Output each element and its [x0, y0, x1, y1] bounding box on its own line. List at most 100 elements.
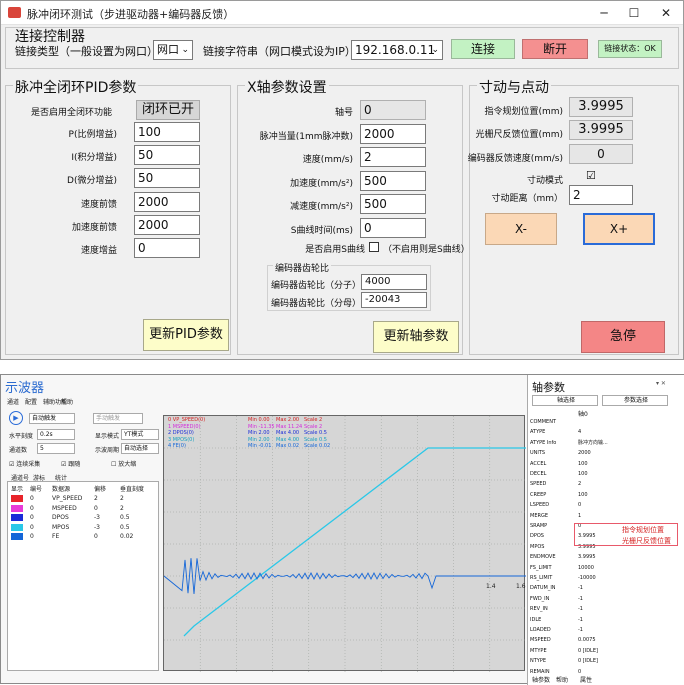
- channel-table-header: 数据源: [52, 486, 71, 493]
- follow-checkbox[interactable]: ☑ 跟随: [61, 459, 80, 468]
- axis-field-input[interactable]: 2000: [360, 123, 426, 144]
- channel-color-swatch[interactable]: [11, 495, 23, 502]
- param-row[interactable]: RS_LIMIT -10000: [528, 573, 684, 583]
- channel-table-header: 显示: [11, 486, 24, 493]
- encoder-speed-label: 编码器反馈速度(mm/s): [467, 154, 563, 164]
- param-row[interactable]: UNITS 2000: [528, 448, 684, 458]
- link-string-label: 链接字符串（网口模式设为IP）: [203, 45, 356, 58]
- param-row[interactable]: ACCEL 100: [528, 459, 684, 469]
- axis-field-input[interactable]: 0: [360, 217, 426, 238]
- update-axis-button[interactable]: 更新轴参数: [373, 321, 459, 353]
- h-scale-select[interactable]: 0.2s: [37, 429, 75, 440]
- channel-color-swatch[interactable]: [11, 504, 23, 512]
- param-row[interactable]: CREEP 100: [528, 490, 684, 500]
- scope-menu-item[interactable]: 通道: [7, 397, 19, 406]
- param-key: LSPEED: [530, 502, 550, 509]
- param-row[interactable]: LSPEED 0: [528, 500, 684, 510]
- scope-menu-item[interactable]: 配置: [25, 397, 37, 406]
- param-row[interactable]: COMMENT: [528, 417, 684, 427]
- maximize-icon[interactable]: ☐: [625, 4, 643, 22]
- gear-numerator-input[interactable]: 4000: [361, 274, 427, 290]
- param-row[interactable]: ENDMOVE 3.9995: [528, 552, 684, 562]
- gear-denominator-label: 编码器齿轮比（分母）: [271, 299, 362, 309]
- display-mode-select[interactable]: YT模式: [121, 429, 159, 440]
- param-row[interactable]: REV_IN -1: [528, 604, 684, 614]
- param-row[interactable]: FS_LIMIT 10000: [528, 563, 684, 573]
- connect-button[interactable]: 连接: [451, 39, 515, 59]
- param-row[interactable]: MSPEED 0.0075: [528, 635, 684, 645]
- display-mode-label: 显示模式: [95, 433, 120, 440]
- pid-field-input[interactable]: 2000: [134, 191, 200, 212]
- bottom-tab[interactable]: 帮助: [556, 675, 568, 684]
- param-row[interactable]: FWD_IN -1: [528, 594, 684, 604]
- x-minus-button[interactable]: X-: [485, 213, 557, 245]
- ip-address-select[interactable]: 192.168.0.11 ⌄: [351, 40, 443, 60]
- grating-position-value: 3.9995: [569, 120, 633, 140]
- close-icon[interactable]: ✕: [657, 4, 675, 22]
- gear-denominator-input[interactable]: -20043: [361, 292, 427, 308]
- param-row[interactable]: ATYPE 4: [528, 427, 684, 437]
- axis-field-input[interactable]: 500: [360, 170, 426, 191]
- legend-name: 3 MPOS(0): [168, 436, 195, 443]
- param-row[interactable]: IDLE -1: [528, 615, 684, 625]
- param-row[interactable]: SPEED 2: [528, 479, 684, 489]
- minimize-icon[interactable]: ─: [595, 4, 613, 22]
- window-title: 脉冲闭环测试（步进驱动器+编码器反馈）: [27, 8, 235, 21]
- param-row[interactable]: NTYPE 0 [IDLE]: [528, 656, 684, 666]
- x-plus-button[interactable]: X+: [583, 213, 655, 245]
- pid-field-input[interactable]: 0: [134, 238, 200, 258]
- app-icon: [8, 7, 21, 18]
- axis-select-tab[interactable]: 轴选择: [532, 395, 598, 406]
- param-row[interactable]: DATUM_IN -1: [528, 583, 684, 593]
- bottom-tab[interactable]: 轴参数: [532, 675, 550, 684]
- link-status-badge: 链接状态：OK: [598, 40, 662, 58]
- emergency-stop-button[interactable]: 急停: [581, 321, 665, 353]
- axis-settings-panel: [237, 85, 463, 355]
- sample-period-select[interactable]: 自动选择: [121, 443, 159, 454]
- scope-menu-item[interactable]: 帮助: [61, 397, 73, 406]
- param-row[interactable]: MERGE 1: [528, 511, 684, 521]
- link-type-select[interactable]: 网口 ⌄: [153, 40, 193, 60]
- axis-field-input[interactable]: 2: [360, 147, 426, 167]
- channel-color-swatch[interactable]: [11, 533, 23, 540]
- bottom-tab[interactable]: 属性: [580, 675, 592, 684]
- pid-field-input[interactable]: 2000: [134, 214, 200, 235]
- channel-table-header: 编号: [30, 486, 43, 493]
- axis-field-input[interactable]: 500: [360, 194, 426, 214]
- pid-field-label: P(比例增益): [68, 130, 117, 140]
- param-key: ENDMOVE: [530, 554, 556, 561]
- param-row[interactable]: ATYPE Info 脉冲方向输...: [528, 438, 684, 448]
- pid-field-input[interactable]: 50: [134, 168, 200, 189]
- continuous-capture-checkbox[interactable]: ☑ 连续采集: [9, 459, 40, 468]
- channel-color-swatch[interactable]: [11, 514, 23, 521]
- param-key: FS_LIMIT: [530, 564, 552, 571]
- update-pid-button[interactable]: 更新PID参数: [143, 319, 229, 351]
- channel-color-swatch[interactable]: [11, 523, 23, 531]
- pid-field-input[interactable]: 100: [134, 122, 200, 142]
- param-row[interactable]: LOADED -1: [528, 625, 684, 635]
- param-row[interactable]: REMAIN 0: [528, 667, 684, 677]
- pid-field-input[interactable]: 50: [134, 145, 200, 166]
- closed-loop-toggle-button[interactable]: 闭环已开: [136, 100, 200, 120]
- panel-controls-icon[interactable]: ▾ ✕: [656, 380, 666, 387]
- param-value: 10000: [578, 564, 594, 571]
- s-curve-checkbox[interactable]: [369, 242, 379, 252]
- disconnect-button[interactable]: 断开: [522, 39, 588, 59]
- channel-scale: 0.5: [120, 514, 130, 521]
- param-key: COMMENT: [530, 419, 557, 425]
- param-value: 脉冲方向输...: [578, 439, 608, 446]
- play-icon[interactable]: ▶: [9, 411, 23, 425]
- axis-field-label: 速度(mm/s): [302, 155, 353, 165]
- trigger-mode-select[interactable]: 自动触发: [29, 413, 75, 424]
- inch-mode-checkbox[interactable]: ☑: [586, 169, 596, 182]
- channels-select[interactable]: 5: [37, 443, 75, 454]
- param-row[interactable]: MTYPE 0 [IDLE]: [528, 646, 684, 656]
- param-row[interactable]: DECEL 100: [528, 469, 684, 479]
- manual-trigger-button[interactable]: 手动触发: [93, 413, 143, 424]
- inch-distance-input[interactable]: 2: [569, 185, 633, 205]
- channel-offset: 2: [94, 495, 98, 502]
- channel-source: VP_SPEED: [52, 495, 83, 502]
- param-select-tab[interactable]: 参数选择: [602, 395, 668, 406]
- zoom-checkbox[interactable]: ☐ 放大缩: [111, 459, 136, 468]
- param-value: 4: [578, 429, 582, 436]
